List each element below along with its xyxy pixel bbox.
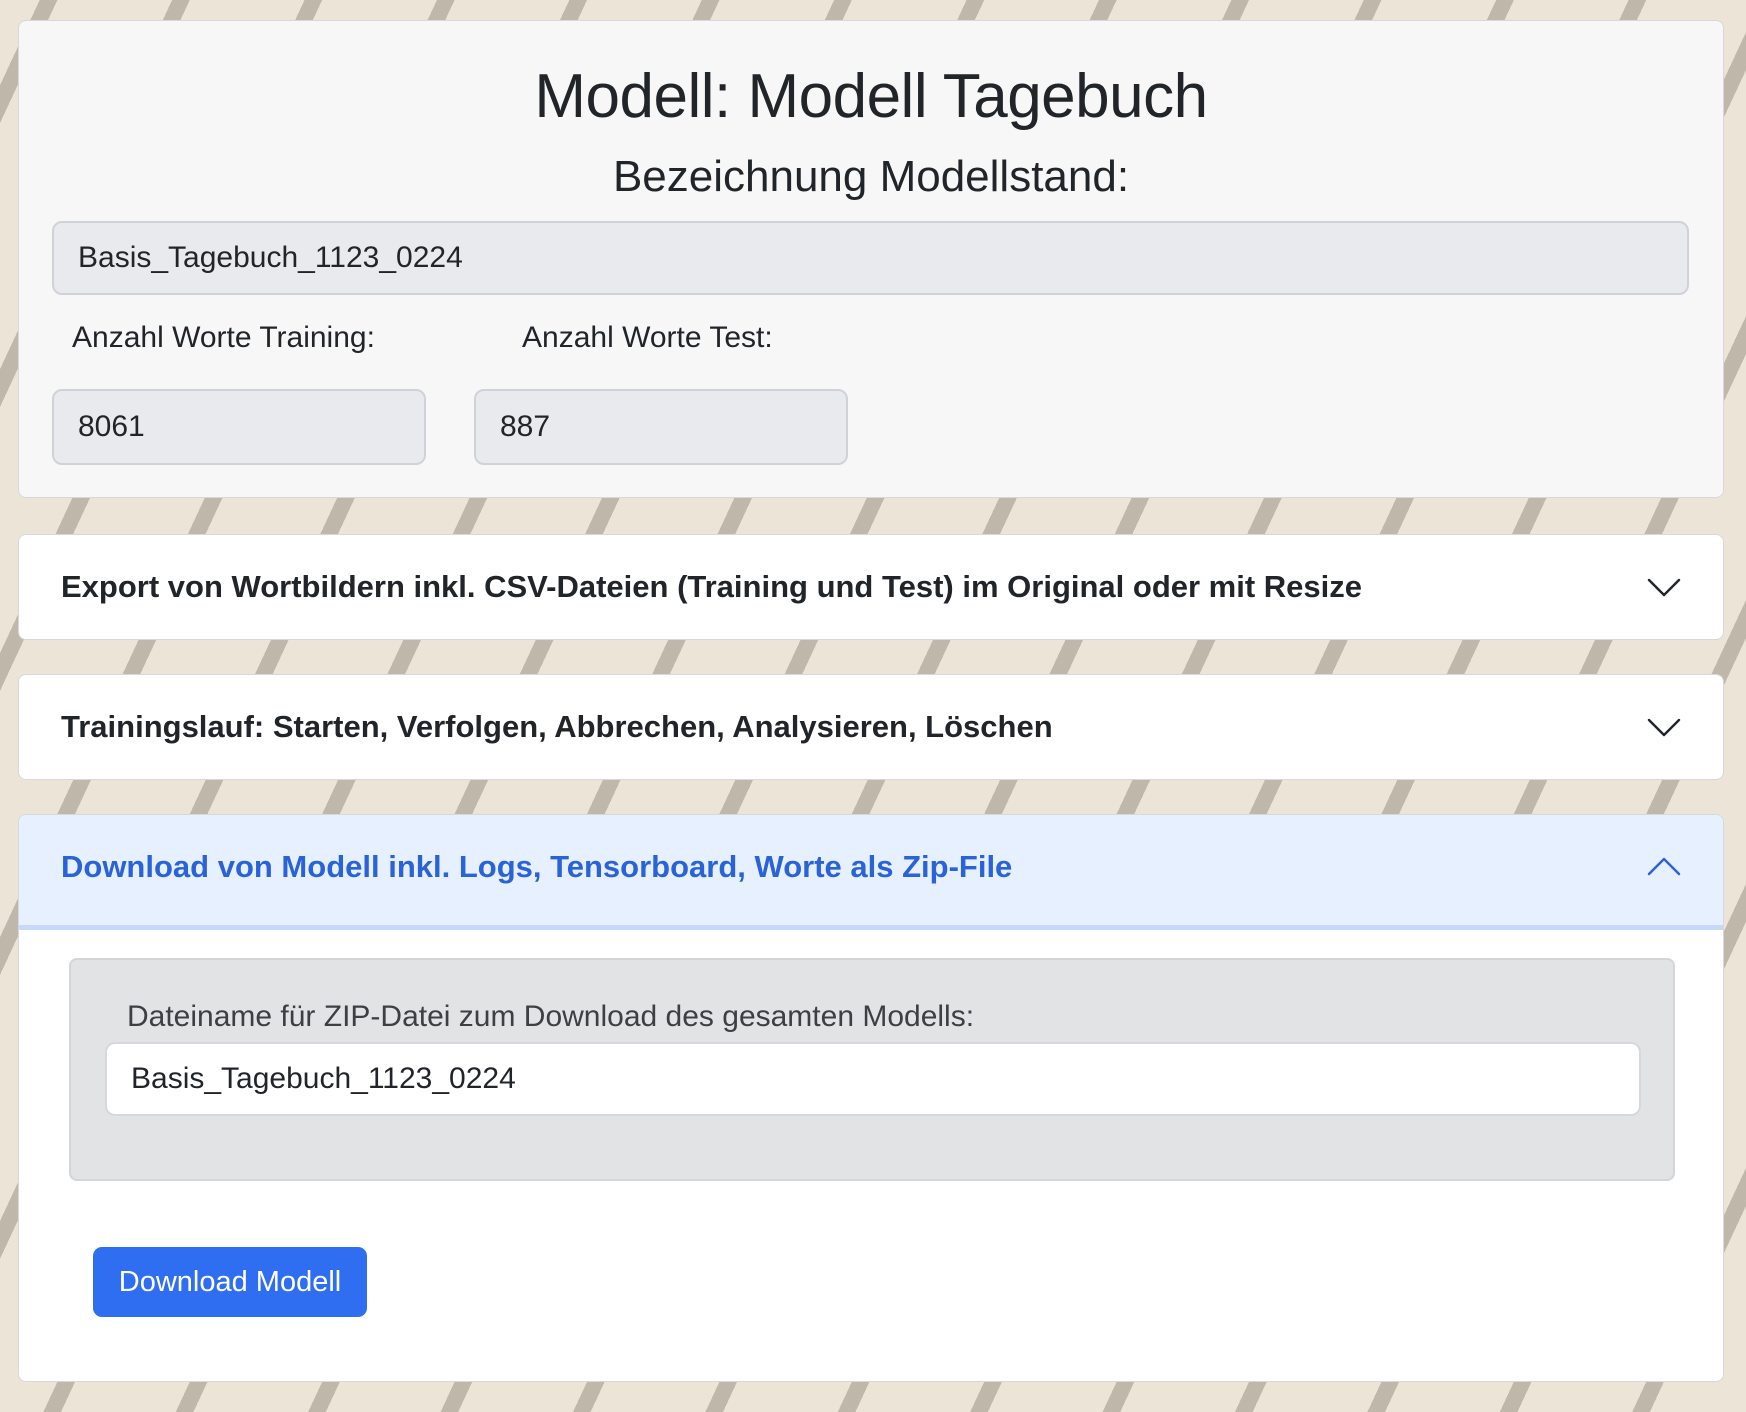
test-words-field[interactable]: 887 [474,389,848,465]
chevron-down-icon [1647,710,1681,744]
training-words-field[interactable]: 8061 [52,389,426,465]
test-words-label: Anzahl Worte Test: [522,321,773,354]
accordion-training-title: Trainingslauf: Starten, Verfolgen, Abbre… [61,709,1053,744]
chevron-down-icon [1647,570,1681,604]
accordion-export-title: Export von Wortbildern inkl. CSV-Dateien… [61,569,1363,604]
accordion-download-panel: Download von Modell inkl. Logs, Tensorbo… [18,814,1724,1382]
model-header-card: Modell: Modell Tagebuch Bezeichnung Mode… [18,20,1724,498]
training-words-label: Anzahl Worte Training: [72,321,375,354]
chevron-up-icon [1647,850,1681,884]
accordion-download-header[interactable]: Download von Modell inkl. Logs, Tensorbo… [19,815,1723,925]
zip-filename-label: Dateiname für ZIP-Datei zum Download des… [127,1000,975,1033]
accordion-export-header[interactable]: Export von Wortbildern inkl. CSV-Dateien… [18,534,1724,640]
model-state-field[interactable]: Basis_Tagebuch_1123_0224 [52,221,1689,295]
model-state-heading: Bezeichnung Modellstand: [612,152,1130,201]
download-model-button[interactable]: Download Modell [93,1247,367,1317]
zip-filename-group: Dateiname für ZIP-Datei zum Download des… [69,958,1675,1181]
page-title: Modell: Modell Tagebuch [534,62,1208,131]
zip-filename-input[interactable] [105,1042,1641,1116]
accordion-download-title: Download von Modell inkl. Logs, Tensorbo… [61,849,1013,884]
accordion-training-header[interactable]: Trainingslauf: Starten, Verfolgen, Abbre… [18,674,1724,780]
